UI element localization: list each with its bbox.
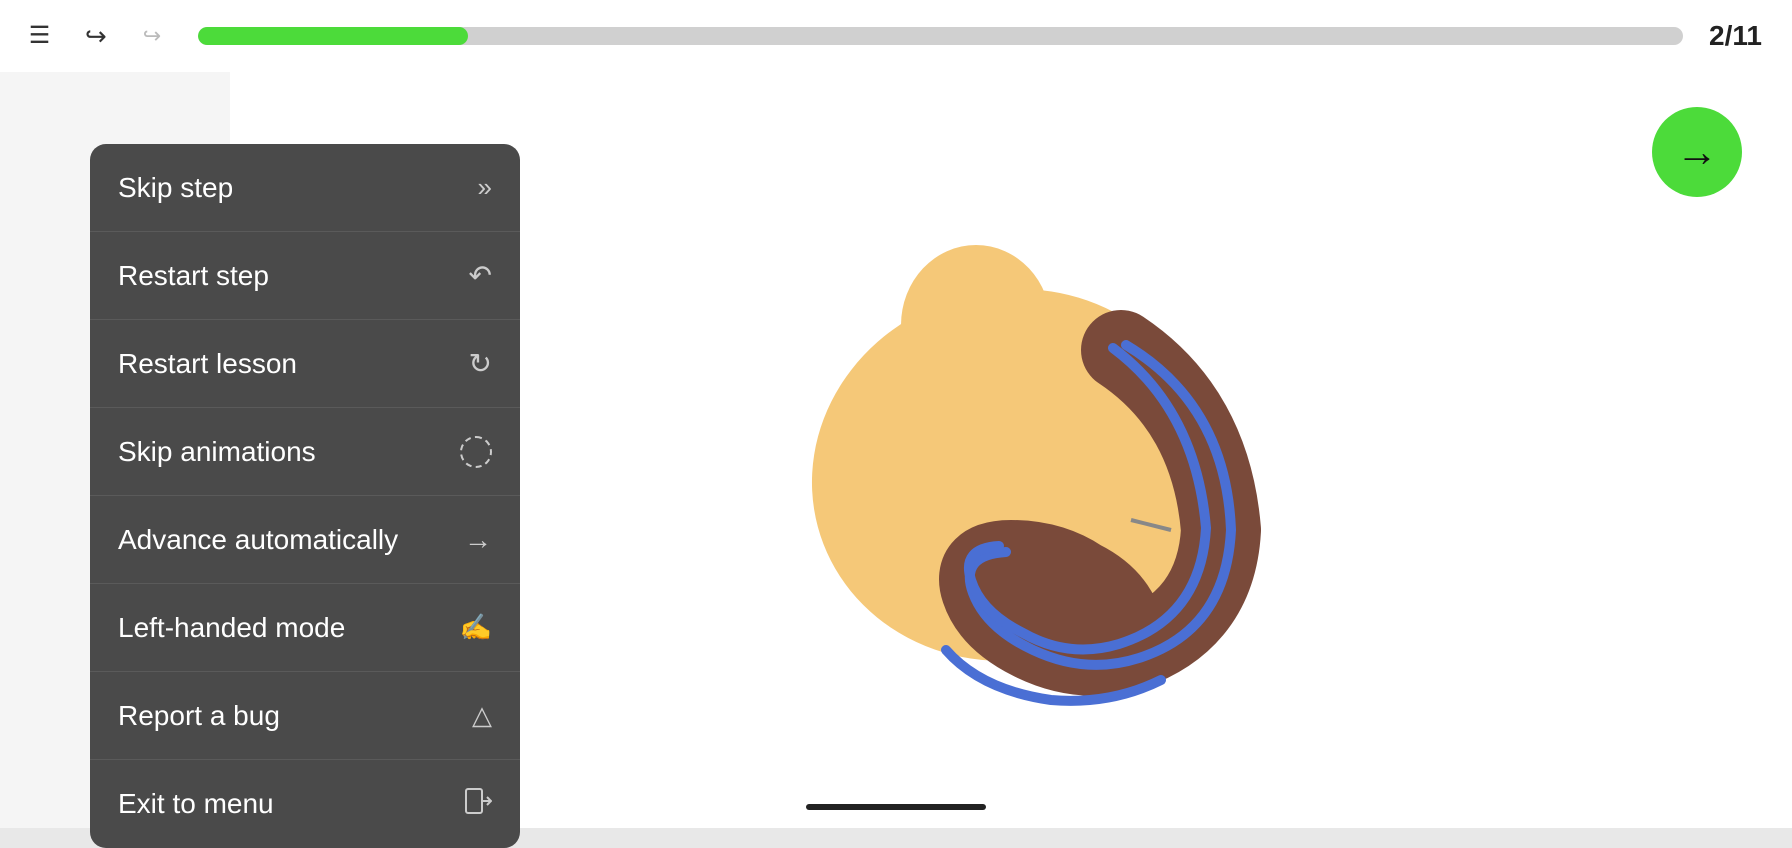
advance-auto-icon: → bbox=[464, 524, 492, 556]
progress-label: 2/11 bbox=[1709, 20, 1762, 52]
redo-icon: ↪ bbox=[143, 23, 161, 49]
menu-item-exit-to-menu[interactable]: Exit to menu bbox=[90, 760, 520, 848]
skip-forward-icon: » bbox=[478, 172, 492, 203]
dropdown-menu: Skip step » Restart step ↶ Restart lesso… bbox=[90, 144, 520, 848]
menu-item-report-bug[interactable]: Report a bug △ bbox=[90, 672, 520, 760]
home-indicator bbox=[806, 804, 986, 810]
menu-item-advance-automatically[interactable]: Advance automatically → bbox=[90, 496, 520, 584]
bug-report-icon: △ bbox=[472, 700, 492, 731]
next-arrow-icon: → bbox=[1676, 128, 1718, 176]
exit-icon bbox=[464, 787, 492, 822]
menu-item-restart-lesson[interactable]: Restart lesson ↻ bbox=[90, 320, 520, 408]
skip-animations-icon bbox=[460, 436, 492, 468]
menu-item-skip-step[interactable]: Skip step » bbox=[90, 144, 520, 232]
hamburger-icon: ☰ bbox=[29, 24, 52, 48]
back-button[interactable]: ↩ bbox=[76, 16, 116, 56]
top-bar: ☰ ↩ ↪ 2/11 bbox=[0, 0, 1792, 72]
menu-item-left-handed-mode[interactable]: Left-handed mode ✍ bbox=[90, 584, 520, 672]
progress-bar-container bbox=[198, 27, 1683, 45]
main-content: → Skip step » Restart step ↶ Restart les… bbox=[0, 72, 1792, 828]
back-arrow-icon: ↩ bbox=[85, 21, 107, 52]
next-button[interactable]: → bbox=[1652, 107, 1742, 197]
redo-button[interactable]: ↪ bbox=[132, 16, 172, 56]
anatomy-illustration bbox=[751, 190, 1271, 710]
left-hand-icon: ✍ bbox=[460, 612, 492, 643]
menu-item-restart-step[interactable]: Restart step ↶ bbox=[90, 232, 520, 320]
restart-step-icon: ↶ bbox=[469, 259, 492, 292]
menu-item-skip-animations[interactable]: Skip animations bbox=[90, 408, 520, 496]
restart-lesson-icon: ↻ bbox=[469, 347, 492, 380]
progress-bar-fill bbox=[198, 27, 468, 45]
hamburger-menu-button[interactable]: ☰ bbox=[20, 16, 60, 56]
